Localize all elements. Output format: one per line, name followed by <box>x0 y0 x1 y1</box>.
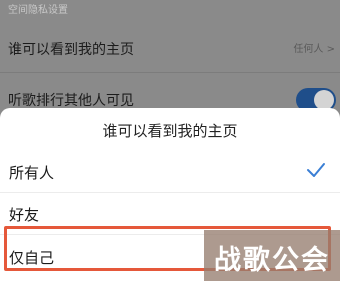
option-everyone-label: 所有人 <box>9 164 55 182</box>
sheet-title: 谁可以看到我的主页 <box>102 122 238 140</box>
option-everyone[interactable]: 所有人 <box>0 152 340 192</box>
homepage-visibility-value: 任何人 > <box>293 44 335 55</box>
row-divider <box>0 72 340 73</box>
homepage-visibility-title: 谁可以看到我的主页 <box>8 42 134 58</box>
section-label: 空间隐私设置 <box>8 5 68 16</box>
option-friends-label: 好友 <box>9 206 40 224</box>
watermark-text: 战歌公会 <box>214 245 330 276</box>
settings-background: 空间隐私设置 谁可以看到我的主页 任何人 > 听歌排行其他人可见 <box>0 0 340 115</box>
option-divider <box>0 192 340 193</box>
check-icon <box>307 163 325 177</box>
watermark: 战歌公会 <box>204 230 340 281</box>
toggle-knob <box>314 90 334 110</box>
song-ranking-visibility-title: 听歌排行其他人可见 <box>8 93 134 109</box>
